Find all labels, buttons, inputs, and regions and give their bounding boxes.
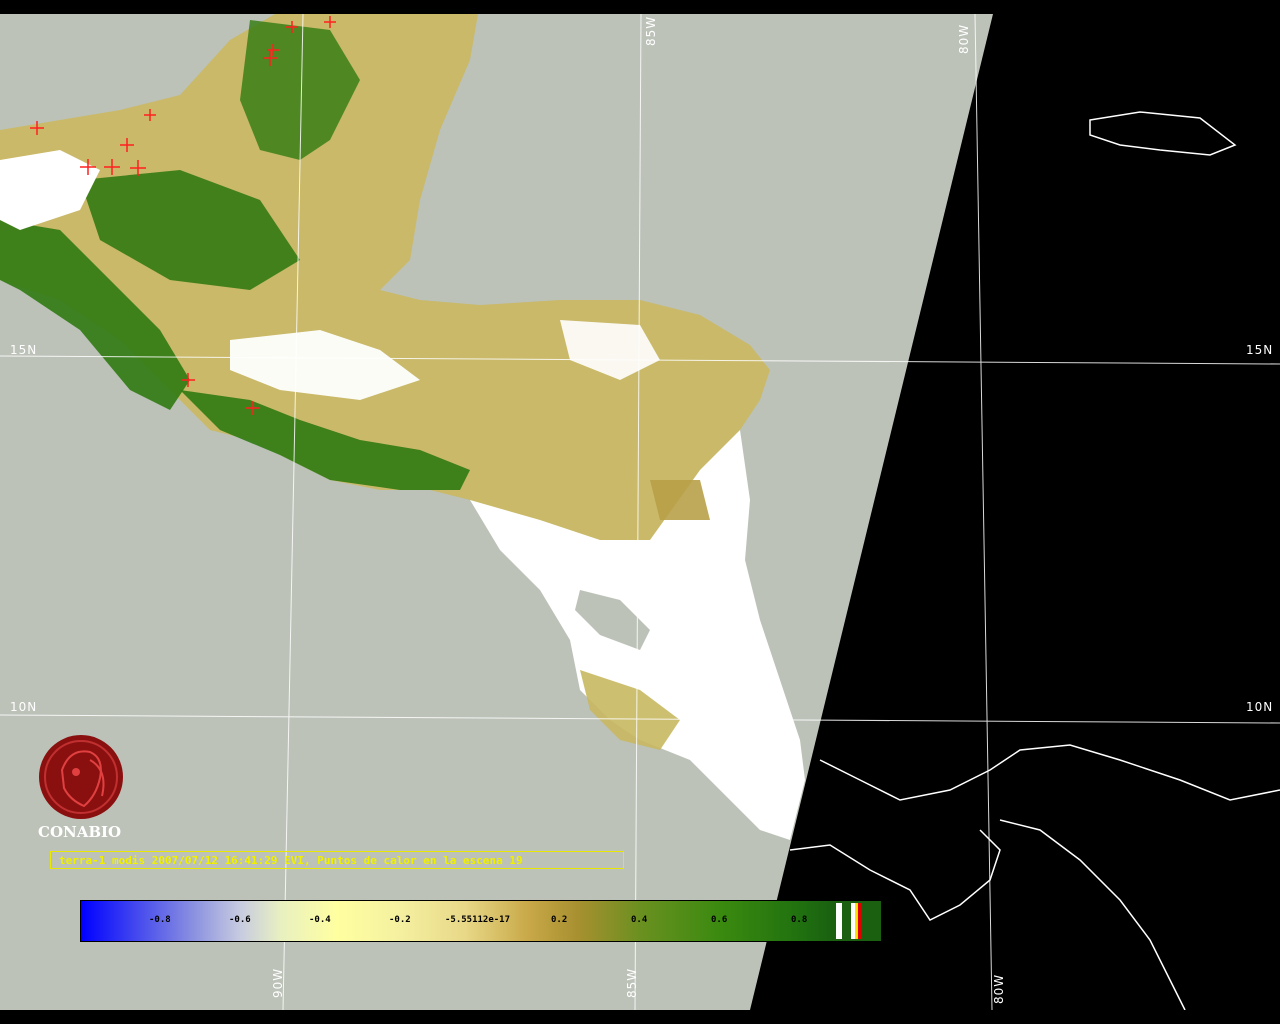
logo-label: CONABIO	[38, 823, 122, 841]
satellite-map-view: 15N 15N 10N 10N 85W 80W 90W 85W 80W CONA…	[0, 0, 1280, 1024]
colombia-outline	[999, 819, 1186, 1011]
legend-cloud-swatch	[836, 903, 842, 939]
veg-nicaragua	[650, 480, 710, 520]
bottom-border	[0, 1010, 1280, 1024]
lon-label-85w-top: 85W	[644, 15, 658, 46]
lon-label-80w-bottom: 80W	[992, 973, 1006, 1004]
legend-tick: -0.6	[229, 915, 251, 925]
panama-outline	[819, 744, 1280, 801]
legend-tick: -0.8	[149, 915, 171, 925]
legend-tick: 0.8	[791, 915, 808, 925]
legend-tick: -0.2	[389, 915, 411, 925]
lon-label-80w-top: 80W	[957, 23, 971, 54]
legend-red-swatch	[858, 903, 861, 939]
lon-label-85w-bottom: 85W	[625, 967, 639, 998]
evi-legend-bar: -0.8 -0.6 -0.4 -0.2 -5.55112e-17 0.2 0.4…	[80, 900, 882, 942]
legend-tick: -0.4	[309, 915, 331, 925]
legend-tick: 0.6	[711, 915, 728, 925]
legend-tick: -5.55112e-17	[445, 915, 511, 925]
lat-label-10n-left: 10N	[10, 700, 38, 714]
legend-tick: 0.2	[551, 915, 568, 925]
map-canvas	[0, 0, 1280, 1024]
legend-tick: 0.4	[631, 915, 648, 925]
top-border	[0, 0, 1280, 14]
conabio-macaw-logo	[39, 735, 123, 819]
lat-label-10n-right: 10N	[1246, 700, 1274, 714]
lon-label-90w-bottom: 90W	[271, 967, 285, 998]
lat-label-15n-right: 15N	[1246, 343, 1274, 357]
jamaica-outline	[1089, 111, 1237, 156]
lat-label-15n-left: 15N	[10, 343, 38, 357]
scene-caption: terra-1 modis 2007/07/12 16:41:29 EVI, P…	[50, 851, 624, 869]
